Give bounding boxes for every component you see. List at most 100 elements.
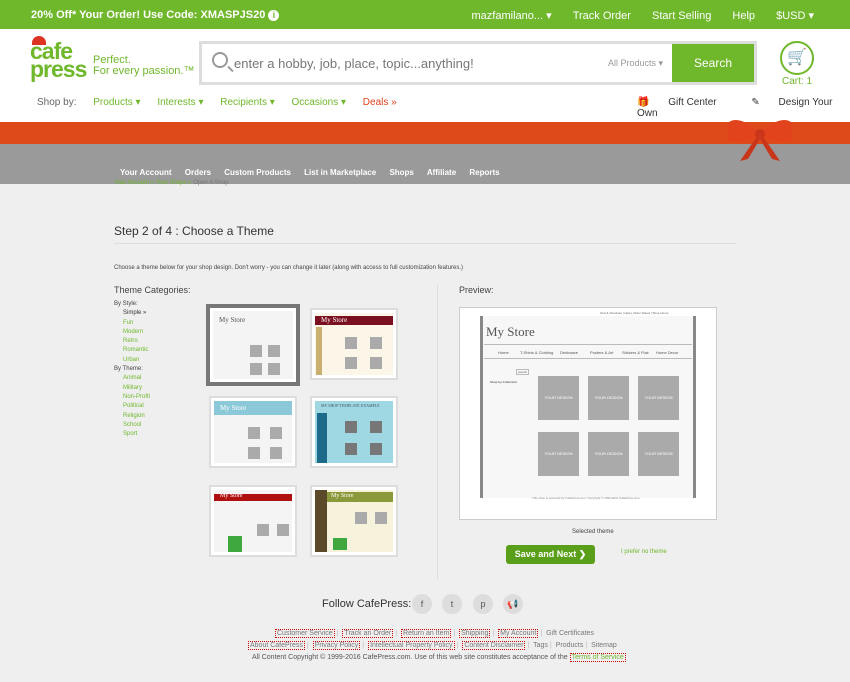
twitter-icon[interactable]: t: [442, 594, 462, 614]
nav-interests[interactable]: Interests ▾: [157, 97, 203, 108]
thumb-product-box: [277, 524, 289, 536]
step-description: Choose a theme below for your shop desig…: [114, 265, 463, 271]
pencil-icon: ✎: [751, 97, 760, 108]
terms-of-service-link[interactable]: Terms of Service: [569, 653, 626, 662]
nav-products[interactable]: Products ▾: [93, 97, 140, 108]
search-button[interactable]: Search: [672, 44, 754, 82]
no-theme-link[interactable]: I prefer no theme: [621, 549, 667, 555]
nav-occasions[interactable]: Occasions ▾: [292, 97, 346, 108]
megaphone-icon[interactable]: 📢: [503, 594, 523, 614]
help-link[interactable]: Help: [732, 10, 755, 22]
subnav-affiliate[interactable]: Affiliate: [427, 168, 456, 177]
footer-about[interactable]: About CafePress: [248, 641, 305, 650]
pinterest-icon[interactable]: p: [473, 594, 493, 614]
preview-product-box: YOUR DESIGN: [538, 432, 579, 476]
thumb-sidebar: [317, 413, 327, 463]
subnav-shops[interactable]: Shops: [389, 168, 413, 177]
footer-gift-certificates[interactable]: Gift Certificates: [546, 630, 594, 637]
currency-select[interactable]: $USD ▾: [776, 10, 814, 22]
theme-thumb-title: My Store: [220, 493, 243, 499]
theme-thumb-romantic[interactable]: My Store: [209, 485, 297, 557]
thumb-product-box: [268, 345, 280, 357]
footer-tags[interactable]: Tags: [533, 642, 548, 649]
footer-my-account[interactable]: My Account: [498, 629, 539, 638]
cart-icon[interactable]: 🛒: [780, 41, 814, 75]
theme-political[interactable]: Political: [114, 402, 150, 411]
nav-deals[interactable]: Deals »: [363, 97, 397, 108]
breadcrumb-your-account[interactable]: Your Account: [114, 180, 149, 186]
ribbon-bow-icon: [727, 120, 793, 161]
theme-military[interactable]: Military: [114, 384, 150, 393]
thumb-product-box: [250, 345, 262, 357]
theme-thumb-simple-art: My Store: [213, 311, 293, 379]
style-romantic[interactable]: Romantic: [114, 346, 150, 355]
theme-non-profit[interactable]: Non-Profit: [114, 393, 150, 402]
theme-thumb-simple[interactable]: My Store: [206, 304, 300, 386]
cart-label[interactable]: Cart: 1: [782, 76, 812, 87]
breadcrumb: Your Account » Your Shops » Open A Shop: [114, 180, 229, 186]
subnav-custom-products[interactable]: Custom Products: [224, 168, 291, 177]
footer-privacy[interactable]: Privacy Policy: [312, 641, 361, 650]
track-order-link[interactable]: Track Order: [573, 10, 631, 22]
search-box: enter a hobby, job, place, topic...anyth…: [199, 41, 757, 85]
subnav-list-in-marketplace[interactable]: List in Marketplace: [304, 168, 376, 177]
cafepress-logo[interactable]: cafe press: [30, 36, 87, 81]
preview-menu-item: T-Shirts & Clothing: [520, 350, 554, 355]
footer-products[interactable]: Products: [556, 642, 584, 649]
preview-footer: This shop is powered by CafePress.com. C…: [532, 496, 641, 500]
theme-animal[interactable]: Animal: [114, 374, 150, 383]
search-input[interactable]: enter a hobby, job, place, topic...anyth…: [234, 56, 474, 71]
search-category-select[interactable]: All Products ▾: [608, 58, 663, 69]
thumb-product-box: [345, 421, 357, 433]
style-fun[interactable]: Fun: [114, 319, 150, 328]
search-icon: [212, 52, 228, 68]
theme-thumb-modern-art: My Store: [214, 401, 292, 463]
nav-recipients[interactable]: Recipients ▾: [220, 97, 275, 108]
footer-ip-policy[interactable]: Intellectual Property Policy: [368, 641, 455, 650]
subnav-your-account[interactable]: Your Account: [120, 168, 172, 177]
save-and-next-button[interactable]: Save and Next ❯: [506, 545, 595, 564]
style-retro[interactable]: Retro: [114, 337, 150, 346]
theme-thumb-retro-art: MY SHOP TEMPLATE EXAMPLE: [315, 401, 393, 463]
style-urban[interactable]: Urban: [114, 356, 150, 365]
footer-return-item[interactable]: Return an Item: [401, 629, 452, 638]
theme-thumb-modern[interactable]: My Store: [209, 396, 297, 468]
theme-religion[interactable]: Religion: [114, 412, 150, 421]
theme-school[interactable]: School: [114, 421, 150, 430]
promo-links: mazfamilano... ▾ Track Order Start Selli…: [454, 9, 814, 22]
start-selling-link[interactable]: Start Selling: [652, 10, 711, 22]
theme-thumb-retro[interactable]: MY SHOP TEMPLATE EXAMPLE: [310, 396, 398, 468]
info-icon[interactable]: i: [268, 10, 280, 21]
style-modern[interactable]: Modern: [114, 328, 150, 337]
theme-thumb-title: MY SHOP TEMPLATE EXAMPLE: [321, 403, 380, 408]
subnav-reports[interactable]: Reports: [469, 168, 499, 177]
subnav-orders[interactable]: Orders: [185, 168, 211, 177]
facebook-icon[interactable]: f: [412, 594, 432, 614]
theme-thumb-fun[interactable]: My Store: [310, 308, 398, 380]
account-menu[interactable]: mazfamilano... ▾: [472, 10, 552, 22]
selected-theme-label: Selected theme: [572, 529, 614, 535]
style-simple[interactable]: Simple »: [114, 309, 150, 318]
theme-category-list: By Style: Simple » Fun Modern Retro Roma…: [114, 300, 150, 439]
preview-product-box: YOUR DESIGN: [638, 432, 679, 476]
theme-sport[interactable]: Sport: [114, 430, 150, 439]
gift-center-link[interactable]: 🎁 Gift Center: [637, 97, 733, 108]
footer-content-disclaimer[interactable]: Content Disclaimer: [462, 641, 526, 650]
footer-track-order[interactable]: Track an Order: [342, 629, 394, 638]
promo-text: 20% Off* Your Order! Use Code: XMASPJS20: [31, 9, 266, 21]
thumb-product-box: [270, 427, 282, 439]
tagline: Perfect. For every passion.™: [93, 55, 194, 77]
preview-menu-item: Stickers & Flair: [622, 350, 649, 355]
footer-sitemap[interactable]: Sitemap: [591, 642, 617, 649]
theme-thumb-urban[interactable]: My Store: [310, 485, 398, 557]
preview-menu-item: Drinkware: [560, 350, 579, 355]
promo-text-wrap[interactable]: 20% Off* Your Order! Use Code: XMASPJS20…: [31, 9, 280, 21]
preview-menu-item: Home: [498, 350, 509, 355]
shop-by-label: Shop by:: [37, 97, 77, 108]
footer-customer-service[interactable]: Customer Service: [275, 629, 335, 638]
footer-shipping[interactable]: Shipping: [459, 629, 491, 638]
preview-collection-heading: Shop by Collection: [490, 380, 518, 384]
breadcrumb-your-shops[interactable]: Your Shops: [156, 180, 187, 186]
account-nav: Your Account Orders Custom Products List…: [120, 168, 511, 177]
theme-thumb-fun-art: My Store: [315, 313, 393, 375]
